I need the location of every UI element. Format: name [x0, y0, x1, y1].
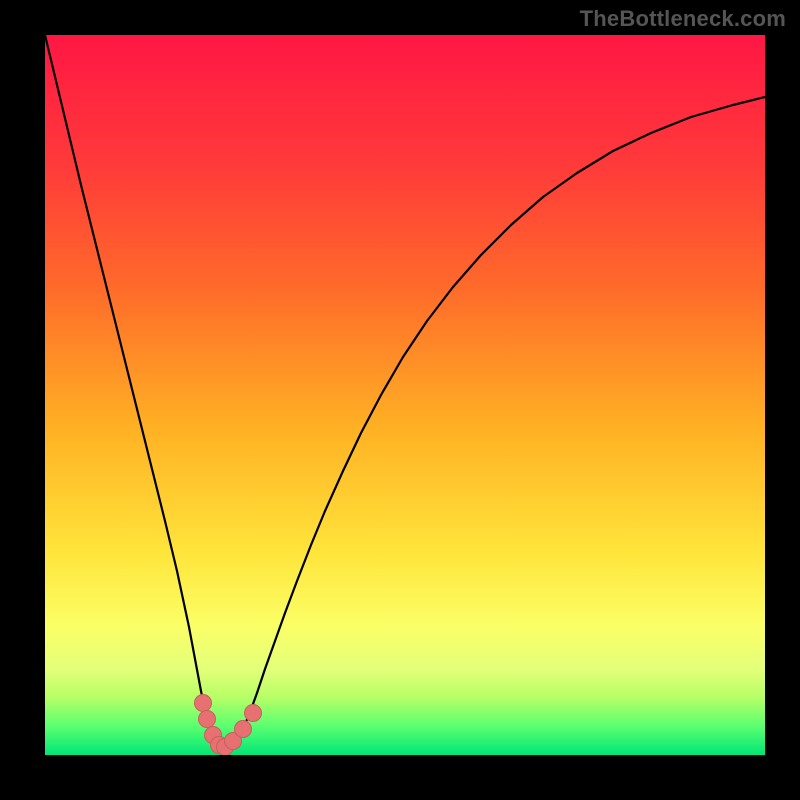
chart-frame: TheBottleneck.com: [0, 0, 800, 800]
curve-marker: [235, 721, 252, 738]
plot-area: [45, 35, 765, 755]
curve-markers: [195, 695, 262, 756]
curve-marker: [199, 711, 216, 728]
bottleneck-curve: [45, 35, 765, 755]
curve-marker: [245, 705, 262, 722]
curve-marker: [195, 695, 212, 712]
attribution-label: TheBottleneck.com: [580, 6, 786, 32]
